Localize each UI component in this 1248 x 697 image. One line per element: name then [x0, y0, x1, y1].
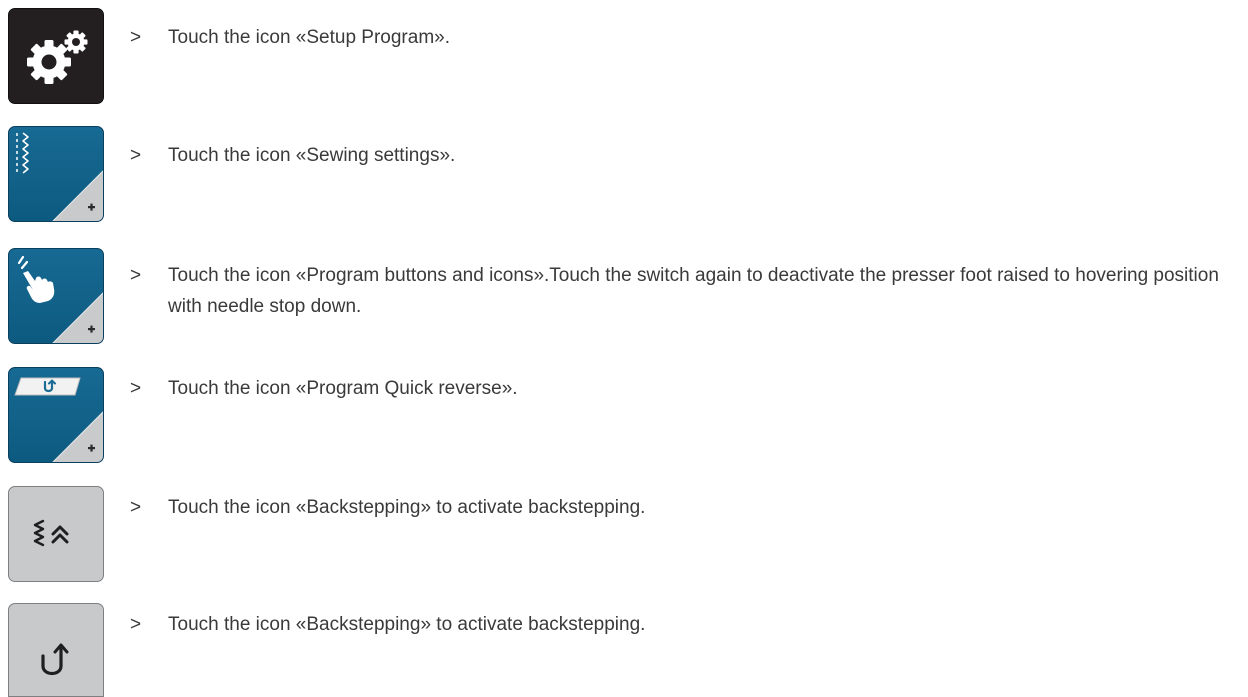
- arrow-marker: >: [130, 614, 142, 635]
- instruction-row: > Touch the icon «Sewing settings».: [130, 140, 1230, 171]
- arrow-marker: >: [130, 497, 142, 518]
- instruction-row: > Touch the icon «Program Quick reverse»…: [130, 373, 1230, 404]
- instruction-text: Touch the icon «Setup Program».: [168, 27, 451, 48]
- instruction-text: Touch the icon «Backstepping» to activat…: [168, 614, 646, 635]
- backstepping-icon[interactable]: [8, 486, 104, 582]
- sewing-settings-icon[interactable]: [8, 126, 104, 222]
- setup-program-icon[interactable]: [8, 8, 104, 104]
- instruction-row: > Touch the icon «Backstepping» to activ…: [130, 609, 1230, 640]
- program-buttons-icons-icon[interactable]: [8, 248, 104, 344]
- instruction-text: Touch the icon «Sewing settings».: [168, 145, 456, 166]
- instruction-row: > Touch the icon «Program buttons and ic…: [130, 260, 1230, 322]
- instruction-text: Touch the icon «Program buttons and icon…: [168, 265, 1219, 317]
- instruction-page: > Touch the icon «Setup Program». > Touc…: [0, 0, 1248, 697]
- instruction-text: Touch the icon «Backstepping» to activat…: [168, 497, 646, 518]
- instruction-text: Touch the icon «Program Quick reverse».: [168, 378, 518, 399]
- arrow-marker: >: [130, 27, 142, 48]
- arrow-marker: >: [130, 378, 142, 399]
- arrow-marker: >: [130, 145, 142, 166]
- arrow-marker: >: [130, 265, 142, 286]
- reverse-hook-icon[interactable]: [8, 603, 104, 697]
- instruction-row: > Touch the icon «Setup Program».: [130, 22, 1230, 53]
- instruction-row: > Touch the icon «Backstepping» to activ…: [130, 492, 1230, 523]
- program-quick-reverse-icon[interactable]: [8, 367, 104, 463]
